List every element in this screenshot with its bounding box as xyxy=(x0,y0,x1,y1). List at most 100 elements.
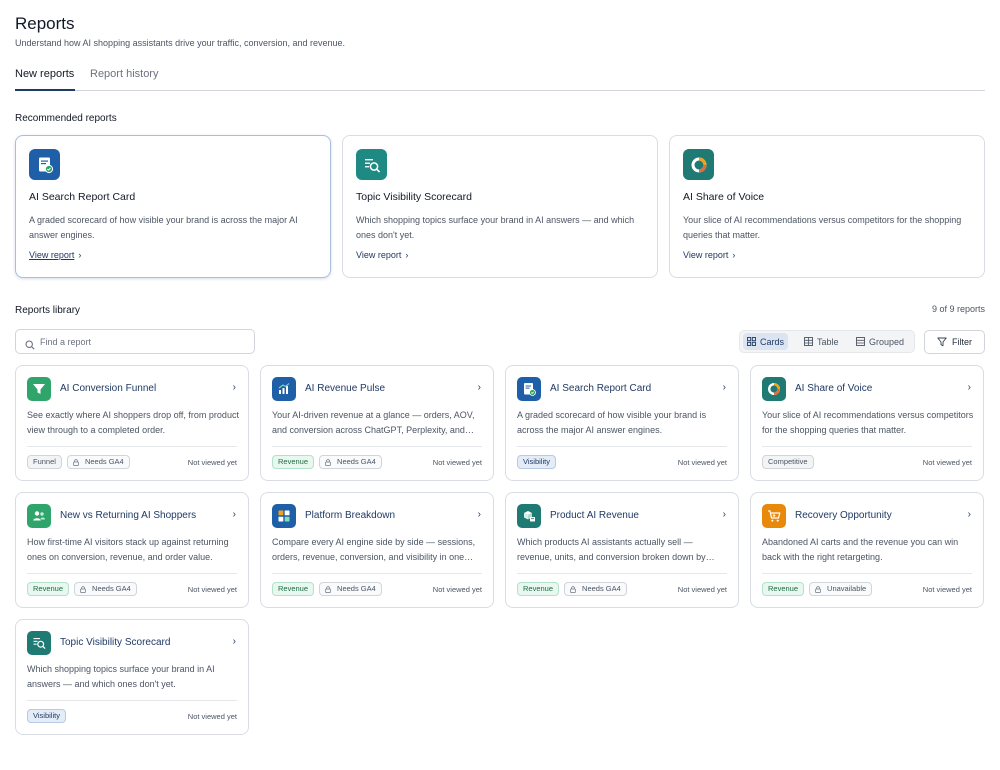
view-report-label: View report xyxy=(356,250,402,260)
report-card[interactable]: AI Revenue Pulse › Your AI-driven revenue … xyxy=(260,365,494,481)
lock-icon xyxy=(570,585,579,593)
cart-icon xyxy=(762,504,786,528)
report-card-title: AI Conversion Funnel xyxy=(60,383,157,394)
recommended-card-ai-share-of-voice[interactable]: AI Share of Voice Your slice of AI recom… xyxy=(669,135,985,278)
report-card-description: Your AI-driven revenue at a glance — ord… xyxy=(272,410,475,435)
view-status: Not viewed yet xyxy=(922,585,972,594)
recommended-card-topic-visibility-scorecard[interactable]: Topic Visibility Scorecard Which shoppin… xyxy=(342,135,658,278)
tag-label: Revenue xyxy=(278,457,309,466)
users-icon xyxy=(27,504,51,528)
view-cards-label: Cards xyxy=(760,336,785,347)
card-divider xyxy=(517,446,727,447)
view-status: Not viewed yet xyxy=(187,585,237,594)
donut-chart-icon xyxy=(683,149,714,180)
report-card-description: How first-time AI visitors stack up agai… xyxy=(27,537,229,562)
view-status: Not viewed yet xyxy=(677,458,727,467)
report-card-description: See exactly where AI shoppers drop off, … xyxy=(27,410,239,435)
chevron-right-icon: › xyxy=(405,250,409,260)
report-card-description: A graded scorecard of how visible your b… xyxy=(517,410,707,435)
report-card-title: Recovery Opportunity xyxy=(795,510,892,521)
recommended-card-description: Which shopping topics surface your brand… xyxy=(356,215,635,240)
report-card[interactable]: Product AI Revenue › Which products AI ass… xyxy=(505,492,739,608)
topic-search-icon xyxy=(356,149,387,180)
chevron-right-icon: › xyxy=(477,509,481,520)
view-report-link[interactable]: View report › xyxy=(356,250,408,260)
report-card-title: Platform Breakdown xyxy=(305,510,396,521)
report-card-icon xyxy=(517,377,541,401)
tag-label: Revenue xyxy=(768,584,799,593)
tag-list: Revenue Needs GA4 xyxy=(27,582,137,596)
view-report-link[interactable]: View report › xyxy=(683,250,735,260)
view-status: Not viewed yet xyxy=(187,712,237,721)
report-card[interactable]: Recovery Opportunity › Abandoned AI carts … xyxy=(750,492,984,608)
view-toggle: Cards Table Grouped xyxy=(739,330,915,353)
tag-list: Competitive xyxy=(762,455,814,469)
chevron-right-icon: › xyxy=(232,636,236,647)
report-card[interactable]: Topic Visibility Scorecard › Which shoppin… xyxy=(15,619,249,735)
view-status: Not viewed yet xyxy=(432,458,482,467)
report-card-title: AI Share of Voice xyxy=(795,383,873,394)
report-card[interactable]: AI Conversion Funnel › See exactly where A… xyxy=(15,365,249,481)
tag-list: Revenue Needs GA4 xyxy=(272,455,382,469)
tag-label: Revenue xyxy=(278,584,309,593)
tag-badge: Needs GA4 xyxy=(564,582,627,596)
search-icon xyxy=(25,337,35,355)
chevron-right-icon: › xyxy=(232,382,236,393)
search-input[interactable] xyxy=(40,333,248,350)
chevron-right-icon: › xyxy=(477,382,481,393)
report-card-description: Your slice of AI recommendations versus … xyxy=(762,410,974,435)
filter-label: Filter xyxy=(952,337,972,347)
view-grouped-button[interactable]: Grouped xyxy=(852,333,908,350)
view-cards-button[interactable]: Cards xyxy=(743,333,789,350)
report-card[interactable]: AI Share of Voice › Your slice of AI recom… xyxy=(750,365,984,481)
recommended-card-ai-search-report-card[interactable]: AI Search Report Card A graded scorecard… xyxy=(15,135,331,278)
tag-label: Visibility xyxy=(33,711,60,720)
tag-badge: Needs GA4 xyxy=(319,582,382,596)
report-card-description: Which products AI assistants actually se… xyxy=(517,537,706,562)
filter-button[interactable]: Filter xyxy=(924,330,985,354)
tag-badge: Visibility xyxy=(517,455,556,469)
view-report-link[interactable]: View report › xyxy=(29,250,81,260)
tag-badge: Revenue xyxy=(27,582,70,596)
lock-icon xyxy=(815,585,824,593)
tag-list: Visibility xyxy=(517,455,556,469)
tag-badge: Needs GA4 xyxy=(66,455,130,469)
view-report-label: View report xyxy=(683,250,729,260)
recommended-card-description: A graded scorecard of how visible your b… xyxy=(29,215,298,240)
tab-report-history[interactable]: Report history xyxy=(90,67,158,91)
view-status: Not viewed yet xyxy=(922,458,972,467)
tag-badge: Revenue xyxy=(517,582,560,596)
tab-new-reports[interactable]: New reports xyxy=(15,67,76,91)
card-divider xyxy=(272,446,482,447)
tag-badge: Needs GA4 xyxy=(74,582,137,596)
tag-label: Needs GA4 xyxy=(84,457,124,466)
tag-badge: Revenue xyxy=(762,582,805,596)
card-divider xyxy=(27,446,237,447)
report-card-description: Abandoned AI carts and the revenue you c… xyxy=(762,537,959,562)
tag-badge: Unavailable xyxy=(809,582,873,596)
grid-view-icon xyxy=(747,337,756,346)
report-card[interactable]: Platform Breakdown › Compare every AI engi… xyxy=(260,492,494,608)
tag-label: Funnel xyxy=(33,457,56,466)
recommended-card-title: Topic Visibility Scorecard xyxy=(356,191,472,203)
grid-icon xyxy=(272,504,296,528)
report-card-title: New vs Returning AI Shoppers xyxy=(60,510,197,521)
card-divider xyxy=(762,573,972,574)
card-divider xyxy=(272,573,482,574)
tag-label: Needs GA4 xyxy=(337,457,376,466)
chevron-right-icon: › xyxy=(722,382,726,393)
tag-badge: Funnel xyxy=(27,455,62,469)
view-status: Not viewed yet xyxy=(677,585,727,594)
card-divider xyxy=(517,573,727,574)
lock-icon xyxy=(325,458,334,466)
view-table-button[interactable]: Table xyxy=(800,333,843,350)
report-card[interactable]: AI Search Report Card › A graded scorecard… xyxy=(505,365,739,481)
tag-label: Revenue xyxy=(33,584,64,593)
donut-chart-icon xyxy=(762,377,786,401)
funnel-icon xyxy=(27,377,51,401)
report-card-icon xyxy=(29,149,60,180)
tag-label: Revenue xyxy=(523,584,554,593)
tag-list: Revenue Needs GA4 xyxy=(272,582,382,596)
tag-label: Visibility xyxy=(523,457,550,466)
report-card[interactable]: New vs Returning AI Shoppers › How first-t… xyxy=(15,492,249,608)
